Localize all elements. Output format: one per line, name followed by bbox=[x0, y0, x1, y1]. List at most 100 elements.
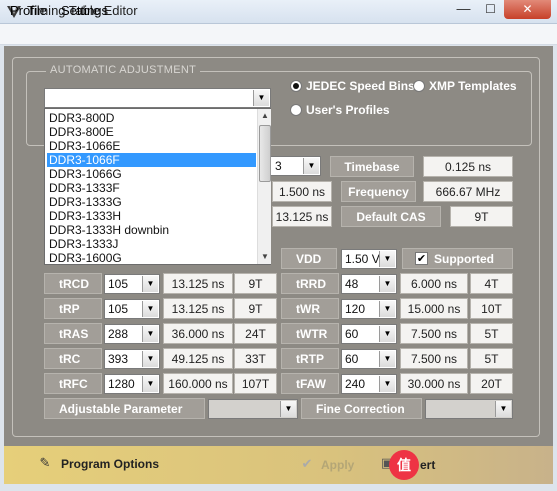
timing-label: tRP bbox=[44, 298, 102, 319]
timing-ns: 6.000 ns bbox=[400, 273, 468, 294]
radio-xmp-label: XMP Templates bbox=[429, 79, 517, 93]
chevron-down-icon[interactable]: ▼ bbox=[303, 158, 319, 174]
chevron-down-icon[interactable]: ▼ bbox=[142, 376, 158, 392]
timing-combo[interactable]: 288 ▼ bbox=[104, 324, 160, 344]
timing-ns: 7.500 ns bbox=[400, 348, 468, 369]
chevron-down-icon[interactable]: ▼ bbox=[379, 351, 395, 367]
vdd-combo[interactable]: 1.50 V ▼ bbox=[341, 249, 397, 269]
dropdown-scrollbar[interactable]: ▲ ▼ bbox=[257, 109, 271, 264]
timing-combo[interactable]: 48 ▼ bbox=[341, 274, 397, 294]
program-options-icon[interactable]: ✎ bbox=[38, 456, 52, 470]
timing-combo-value: 60 bbox=[345, 327, 359, 341]
dropdown-option[interactable]: DDR3-1066E bbox=[47, 139, 256, 153]
revert-button[interactable]: ert bbox=[420, 458, 435, 472]
scroll-down-arrow-icon[interactable]: ▼ bbox=[258, 250, 272, 264]
timing-cycles: 10T bbox=[470, 298, 513, 319]
timing-combo[interactable]: 393 ▼ bbox=[104, 349, 160, 369]
chevron-down-icon[interactable]: ▼ bbox=[142, 301, 158, 317]
auto-adjust-title: AUTOMATIC ADJUSTMENT bbox=[46, 64, 201, 76]
taa-value: 13.125 ns bbox=[272, 206, 332, 227]
dropdown-option[interactable]: DDR3-1333F bbox=[47, 181, 256, 195]
supported-checkbox[interactable]: ✔ bbox=[415, 252, 428, 265]
radio-jedec-label: JEDEC Speed Bins bbox=[306, 79, 415, 93]
chevron-down-icon[interactable]: ▼ bbox=[379, 326, 395, 342]
maximize-button[interactable]: ☐ bbox=[477, 0, 504, 19]
dropdown-option[interactable]: DDR3-1600G bbox=[47, 251, 256, 265]
timing-label: tWR bbox=[281, 298, 339, 319]
chevron-down-icon[interactable]: ▼ bbox=[495, 401, 511, 417]
timing-label: tWTR bbox=[281, 323, 339, 344]
default-cas-value: 9T bbox=[450, 206, 513, 227]
scroll-up-arrow-icon[interactable]: ▲ bbox=[258, 109, 272, 123]
timing-combo-value: 120 bbox=[345, 302, 366, 316]
program-options-button[interactable]: Program Options bbox=[61, 457, 159, 471]
chevron-down-icon[interactable]: ▼ bbox=[142, 276, 158, 292]
timing-cycles: 4T bbox=[470, 273, 513, 294]
timing-cycles: 5T bbox=[470, 323, 513, 344]
apply-check-icon: ✔ bbox=[301, 456, 313, 471]
timing-combo-value: 288 bbox=[108, 327, 129, 341]
chevron-down-icon[interactable]: ▼ bbox=[379, 276, 395, 292]
fine-correction-combo[interactable]: ▼ bbox=[425, 399, 513, 419]
timing-combo[interactable]: 120 ▼ bbox=[341, 299, 397, 319]
chevron-down-icon[interactable]: ▼ bbox=[379, 301, 395, 317]
tck-value: 1.500 ns bbox=[272, 181, 332, 202]
adjustable-parameter-combo[interactable]: ▼ bbox=[208, 399, 298, 419]
dropdown-option[interactable]: DDR3-1333G bbox=[47, 195, 256, 209]
minimize-button[interactable]: — bbox=[450, 0, 477, 19]
timing-ns: 30.000 ns bbox=[400, 373, 468, 394]
chevron-down-icon[interactable]: ▼ bbox=[142, 326, 158, 342]
chevron-down-icon[interactable]: ▼ bbox=[379, 251, 395, 267]
timing-combo[interactable]: 60 ▼ bbox=[341, 324, 397, 344]
menu-profile[interactable]: Profile bbox=[10, 3, 47, 18]
timing-combo-value: 1280 bbox=[108, 377, 135, 391]
dropdown-option-selected[interactable]: DDR3-1066F bbox=[47, 153, 256, 167]
chevron-down-icon[interactable]: ▼ bbox=[142, 351, 158, 367]
timing-combo[interactable]: 1280 ▼ bbox=[104, 374, 160, 394]
chevron-down-icon[interactable]: ▼ bbox=[379, 376, 395, 392]
speed-bin-combo[interactable]: ▼ bbox=[44, 88, 271, 108]
radio-jedec[interactable] bbox=[290, 80, 302, 92]
timing-combo-value: 393 bbox=[108, 352, 129, 366]
radio-xmp[interactable] bbox=[413, 80, 425, 92]
chevron-down-icon[interactable]: ▼ bbox=[280, 401, 296, 417]
timing-combo-value: 105 bbox=[108, 302, 129, 316]
timebase-label: Timebase bbox=[330, 156, 414, 177]
timing-combo[interactable]: 105 ▼ bbox=[104, 274, 160, 294]
chevron-down-icon[interactable]: ▼ bbox=[253, 90, 269, 106]
timing-ns: 15.000 ns bbox=[400, 298, 468, 319]
timing-combo[interactable]: 105 ▼ bbox=[104, 299, 160, 319]
dropdown-option[interactable]: DDR3-1066G bbox=[47, 167, 256, 181]
timing-ns: 13.125 ns bbox=[163, 273, 233, 294]
timing-cycles: 9T bbox=[234, 298, 277, 319]
menu-settings[interactable]: Settings bbox=[61, 3, 108, 18]
timing-label: tRRD bbox=[281, 273, 339, 294]
timing-label: tRFC bbox=[44, 373, 102, 394]
dropdown-option[interactable]: DDR3-800E bbox=[47, 125, 256, 139]
timing-cycles: 9T bbox=[234, 273, 277, 294]
timing-cycles: 33T bbox=[234, 348, 277, 369]
menu-bar bbox=[0, 24, 557, 45]
dropdown-option[interactable]: DDR3-800D bbox=[47, 111, 256, 125]
timing-label: tRAS bbox=[44, 323, 102, 344]
speed-bin-dropdown-list[interactable]: DDR3-800D DDR3-800E DDR3-1066E DDR3-1066… bbox=[44, 108, 271, 265]
apply-button[interactable]: Apply bbox=[321, 458, 354, 472]
timing-label: tRC bbox=[44, 348, 102, 369]
dropdown-option[interactable]: DDR3-1333H bbox=[47, 209, 256, 223]
timing-cycles: 24T bbox=[234, 323, 277, 344]
watermark-logo: 值 bbox=[389, 450, 419, 480]
timing-ns: 160.000 ns bbox=[163, 373, 233, 394]
dropdown-option[interactable]: DDR3-1333H downbin bbox=[47, 223, 256, 237]
adjustable-parameter-label: Adjustable Parameter bbox=[44, 398, 205, 419]
timing-combo-value: 105 bbox=[108, 277, 129, 291]
radio-user-profiles[interactable] bbox=[290, 104, 302, 116]
timing-ns: 36.000 ns bbox=[163, 323, 233, 344]
timing-combo[interactable]: 240 ▼ bbox=[341, 374, 397, 394]
timing-ns: 13.125 ns bbox=[163, 298, 233, 319]
timing-label: tRCD bbox=[44, 273, 102, 294]
radio-user-label: User's Profiles bbox=[306, 103, 390, 117]
close-button[interactable]: ✕ bbox=[504, 0, 551, 19]
timing-combo[interactable]: 60 ▼ bbox=[341, 349, 397, 369]
dropdown-option[interactable]: DDR3-1333J bbox=[47, 237, 256, 251]
scrollbar-thumb[interactable] bbox=[259, 125, 271, 182]
